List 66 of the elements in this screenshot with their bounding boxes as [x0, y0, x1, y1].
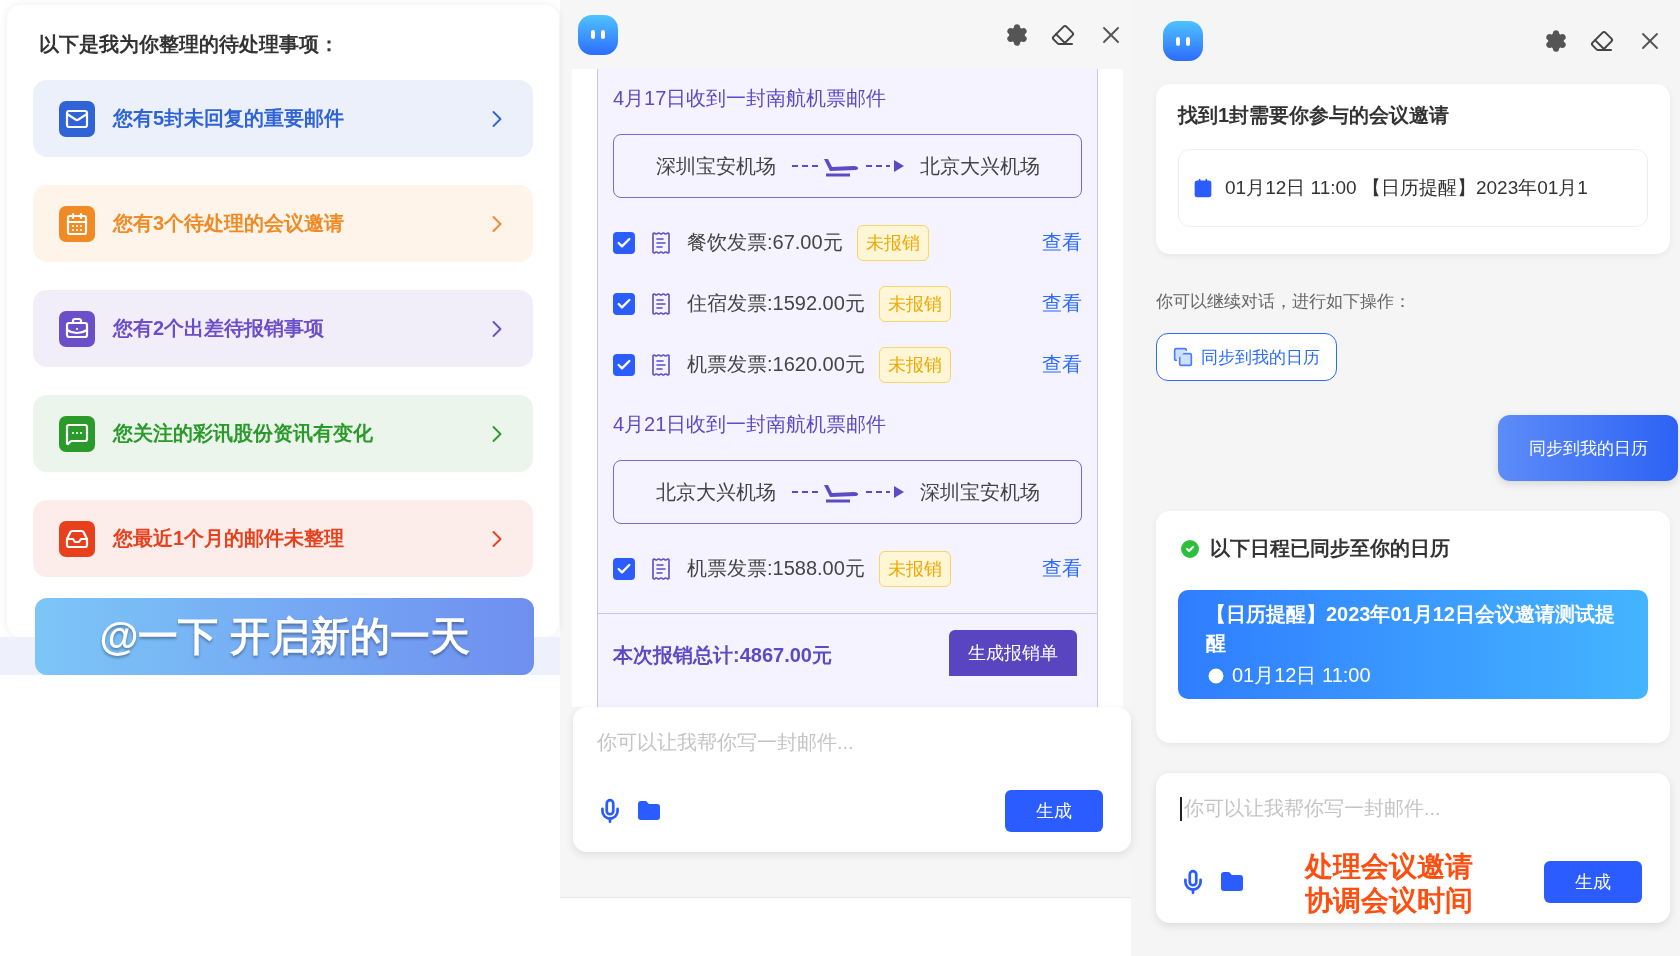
invoice-label: 餐饮发票:67.00元: [687, 230, 843, 255]
chat-bubble-icon: [59, 415, 95, 452]
sync-result-title: 以下日程已同步至你的日历: [1210, 536, 1450, 561]
promo-caption: 处理会议邀请: [1305, 850, 1473, 884]
invite-text: 01月12日 11:00 【日历提醒】2023年01月1: [1225, 176, 1588, 200]
expense-total: 本次报销总计:4867.00元: [613, 643, 832, 668]
input-placeholder: 你可以让我帮你写一封邮件...: [597, 730, 854, 755]
invite-item[interactable]: 01月12日 11:00 【日历提醒】2023年01月1: [1178, 149, 1648, 227]
calendar-icon: [1193, 178, 1213, 198]
copy-icon: [1173, 347, 1193, 367]
status-badge: 未报销: [856, 224, 929, 261]
calendar-event[interactable]: 【日历提醒】2023年01月12日会议邀请测试提醒 01月12日 11:00: [1178, 590, 1648, 699]
arrival-airport: 深圳宝安机场: [919, 479, 1040, 505]
receipt-icon: [649, 291, 673, 316]
folder-icon[interactable]: [637, 799, 661, 823]
status-badge: 未报销: [878, 285, 951, 322]
invoice-label: 机票发票:1620.00元: [687, 352, 865, 377]
departure-airport: 深圳宝安机场: [655, 153, 776, 179]
promo-caption: 协调会议时间: [1305, 884, 1473, 918]
todo-item[interactable]: 您有5封未回复的重要邮件: [33, 80, 533, 157]
invoice-checkbox[interactable]: [613, 557, 635, 580]
inbox-icon: [59, 520, 95, 557]
user-message-bubble: 同步到我的日历: [1498, 415, 1678, 481]
view-link[interactable]: 查看: [1042, 555, 1082, 582]
view-link[interactable]: 查看: [1042, 290, 1082, 317]
arrival-airport: 北京大兴机场: [919, 153, 1040, 179]
settings-icon[interactable]: [1005, 22, 1029, 47]
robot-logo-icon: [578, 14, 618, 55]
todo-item[interactable]: 您最近1个月的邮件未整理: [33, 500, 533, 577]
hint-text: 你可以继续对话，进行如下操作：: [1156, 291, 1412, 313]
envelope-icon: [59, 100, 95, 137]
receipt-icon: [649, 352, 673, 377]
receipt-icon: [649, 230, 673, 255]
input-placeholder: 你可以让我帮你写一封邮件...: [1184, 796, 1441, 821]
chat-input-field[interactable]: 你可以让我帮你写一封邮件... 生成: [573, 707, 1131, 852]
invoice-label: 机票发票:1588.00元: [687, 556, 865, 581]
trip-heading: 4月21日收到一封南航机票邮件: [613, 412, 888, 437]
slogan-banner: @一下 开启新的一天: [35, 598, 534, 675]
generate-button[interactable]: 生成: [1005, 790, 1103, 832]
create-report-button[interactable]: 生成报销单: [949, 630, 1077, 676]
briefcase-icon: [59, 310, 95, 347]
sync-calendar-button[interactable]: 同步到我的日历: [1156, 333, 1337, 381]
calendar-icon: [59, 205, 95, 242]
invoice-checkbox[interactable]: [613, 292, 635, 315]
invoice-checkbox[interactable]: [613, 231, 635, 254]
eraser-icon[interactable]: [1051, 22, 1075, 47]
todo-item[interactable]: 您有2个出差待报销事项: [33, 290, 533, 367]
event-time: 01月12日 11:00: [1232, 663, 1371, 688]
invite-title: 找到1封需要你参与的会议邀请: [1178, 103, 1451, 128]
todo-item[interactable]: 您关注的彩讯股份资讯有变化: [33, 395, 533, 472]
invoice-checkbox[interactable]: [613, 353, 635, 376]
receipt-icon: [649, 556, 673, 581]
eraser-icon[interactable]: [1590, 29, 1614, 53]
invoice-label: 住宿发票:1592.00元: [687, 291, 865, 316]
view-link[interactable]: 查看: [1042, 351, 1082, 378]
departure-airport: 北京大兴机场: [655, 479, 776, 505]
status-badge: 未报销: [878, 346, 951, 383]
trip-heading: 4月17日收到一封南航机票邮件: [613, 86, 888, 111]
status-badge: 未报销: [878, 550, 951, 587]
event-title: 【日历提醒】2023年01月12日会议邀请测试提醒: [1206, 602, 1616, 656]
todo-heading: 以下是我为你整理的待处理事项：: [39, 32, 340, 57]
folder-icon[interactable]: [1220, 870, 1244, 894]
settings-icon[interactable]: [1544, 29, 1568, 53]
generate-button[interactable]: 生成: [1544, 861, 1642, 903]
view-link[interactable]: 查看: [1042, 229, 1082, 256]
robot-logo-icon: [1163, 21, 1203, 61]
